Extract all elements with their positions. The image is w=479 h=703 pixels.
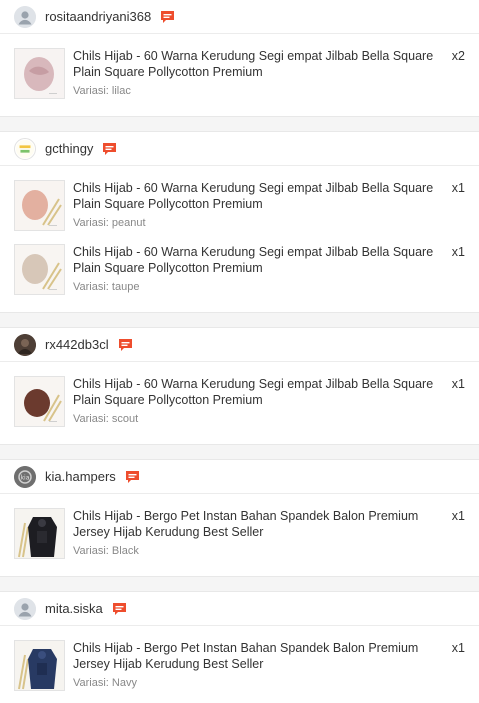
chat-icon[interactable] [102, 142, 117, 156]
product-quantity: x1 [451, 509, 465, 523]
product-quantity: x1 [451, 181, 465, 195]
product-thumbnail[interactable] [14, 244, 65, 295]
product-name[interactable]: Chils Hijab - 60 Warna Kerudung Segi emp… [73, 244, 451, 276]
order-item[interactable]: Chils Hijab - 60 Warna Kerudung Segi emp… [0, 174, 479, 238]
order-item[interactable]: Chils Hijab - Bergo Pet Instan Bahan Spa… [0, 634, 479, 698]
order-header: rx442db3cl [0, 328, 479, 362]
product-variant: Variasi: scout [73, 413, 139, 425]
user-avatar-icon[interactable] [14, 333, 36, 356]
product-variant: Variasi: peanut [73, 217, 146, 229]
chat-icon[interactable] [160, 10, 175, 24]
order-items: Chils Hijab - Bergo Pet Instan Bahan Spa… [0, 626, 479, 703]
order-header: kia kia.hampers [0, 460, 479, 494]
product-variant: Variasi: Navy [73, 677, 137, 689]
product-name[interactable]: Chils Hijab - 60 Warna Kerudung Segi emp… [73, 376, 451, 408]
chat-icon[interactable] [118, 338, 133, 352]
product-quantity: x1 [451, 245, 465, 259]
user-avatar-icon[interactable]: kia [14, 465, 36, 488]
chat-icon[interactable] [125, 470, 140, 484]
order-items: Chils Hijab - 60 Warna Kerudung Segi emp… [0, 166, 479, 312]
order-feed: rositaandriyani368 Chils Hijab - 60 Warn… [0, 0, 479, 703]
buyer-username[interactable]: mita.siska [45, 601, 103, 616]
order-header: mita.siska [0, 592, 479, 626]
order-card: mita.siska Chils Hijab - Bergo Pet Insta… [0, 591, 479, 703]
user-avatar-icon[interactable] [14, 597, 36, 620]
product-thumbnail[interactable] [14, 508, 65, 559]
order-card: gcthingy Chils Hijab - 60 Warna Kerudung… [0, 131, 479, 313]
order-card: rx442db3cl Chils Hijab - 60 Warna Kerudu… [0, 327, 479, 445]
order-item[interactable]: Chils Hijab - 60 Warna Kerudung Segi emp… [0, 238, 479, 302]
buyer-username[interactable]: gcthingy [45, 141, 93, 156]
user-avatar-icon[interactable] [14, 5, 36, 28]
order-item[interactable]: Chils Hijab - 60 Warna Kerudung Segi emp… [0, 42, 479, 106]
product-name[interactable]: Chils Hijab - 60 Warna Kerudung Segi emp… [73, 48, 451, 80]
order-items: Chils Hijab - 60 Warna Kerudung Segi emp… [0, 362, 479, 444]
order-card: kia kia.hampers Chils Hijab - Bergo Pet … [0, 459, 479, 577]
product-quantity: x1 [451, 377, 465, 391]
order-items: Chils Hijab - Bergo Pet Instan Bahan Spa… [0, 494, 479, 576]
product-quantity: x2 [451, 49, 465, 63]
product-variant: Variasi: lilac [73, 85, 131, 97]
order-items: Chils Hijab - 60 Warna Kerudung Segi emp… [0, 34, 479, 116]
item-info: Chils Hijab - Bergo Pet Instan Bahan Spa… [73, 640, 451, 689]
order-header: rositaandriyani368 [0, 0, 479, 34]
item-info: Chils Hijab - 60 Warna Kerudung Segi emp… [73, 244, 451, 293]
item-info: Chils Hijab - 60 Warna Kerudung Segi emp… [73, 48, 451, 97]
order-card: rositaandriyani368 Chils Hijab - 60 Warn… [0, 0, 479, 117]
buyer-username[interactable]: kia.hampers [45, 469, 116, 484]
product-variant: Variasi: taupe [73, 281, 140, 293]
item-info: Chils Hijab - 60 Warna Kerudung Segi emp… [73, 180, 451, 229]
product-thumbnail[interactable] [14, 640, 65, 691]
shop-logo-icon[interactable] [14, 137, 36, 160]
buyer-username[interactable]: rx442db3cl [45, 337, 109, 352]
order-item[interactable]: Chils Hijab - Bergo Pet Instan Bahan Spa… [0, 502, 479, 566]
buyer-username[interactable]: rositaandriyani368 [45, 9, 151, 24]
product-thumbnail[interactable] [14, 48, 65, 99]
order-item[interactable]: Chils Hijab - 60 Warna Kerudung Segi emp… [0, 370, 479, 434]
product-name[interactable]: Chils Hijab - 60 Warna Kerudung Segi emp… [73, 180, 451, 212]
svg-text:kia: kia [21, 474, 30, 481]
product-name[interactable]: Chils Hijab - Bergo Pet Instan Bahan Spa… [73, 640, 451, 672]
item-info: Chils Hijab - Bergo Pet Instan Bahan Spa… [73, 508, 451, 557]
chat-icon[interactable] [112, 602, 127, 616]
product-thumbnail[interactable] [14, 376, 65, 427]
item-info: Chils Hijab - 60 Warna Kerudung Segi emp… [73, 376, 451, 425]
product-name[interactable]: Chils Hijab - Bergo Pet Instan Bahan Spa… [73, 508, 451, 540]
product-quantity: x1 [451, 641, 465, 655]
order-header: gcthingy [0, 132, 479, 166]
product-thumbnail[interactable] [14, 180, 65, 231]
product-variant: Variasi: Black [73, 545, 139, 557]
